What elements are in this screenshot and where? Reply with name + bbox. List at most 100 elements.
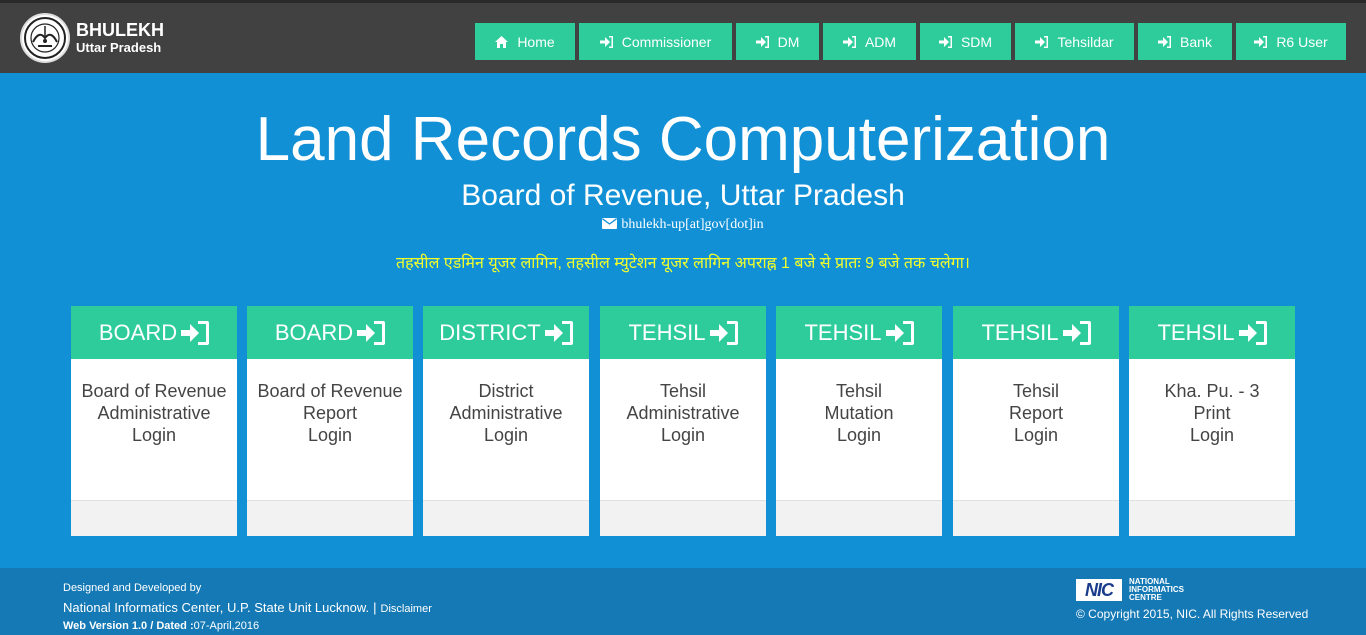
nav-sdm-label: SDM	[960, 33, 993, 50]
card-line-1: Board of Revenue	[257, 381, 403, 401]
brand-subtitle: Uttar Pradesh	[76, 40, 162, 55]
card-footer	[71, 500, 237, 536]
card-line-3: Login	[483, 425, 529, 445]
top-navbar: BHULEKH Uttar Pradesh Home Commissioner …	[0, 0, 1366, 73]
card-header: BOARD	[247, 306, 413, 359]
card-header: BOARD	[71, 306, 237, 359]
sign-in-icon	[755, 35, 769, 48]
organization-name: National Informatics Center, U.P. State …	[63, 600, 370, 615]
card-header: TEHSIL	[776, 306, 942, 359]
card-line-1: Tehsil	[835, 381, 883, 401]
nav-commissioner-label: Commissioner	[621, 33, 712, 50]
card-line-1: Kha. Pu. - 3	[1164, 381, 1260, 401]
brand-title: BHULEKH	[76, 20, 164, 40]
sign-in-icon	[938, 35, 952, 48]
timing-notice: तहसील एडमिन यूजर लागिन, तहसील म्युटेशन य…	[396, 255, 970, 272]
card-line-1: Board of Revenue	[81, 381, 227, 401]
card-line-2: Report	[302, 403, 358, 423]
version-info: Web Version 1.0 / Dated :07-April,2016	[63, 620, 259, 632]
nav-sdm-button[interactable]: SDM	[920, 23, 1011, 60]
card-line-3: Login	[131, 425, 177, 445]
login-card-district-administrative[interactable]: DISTRICT District Administrative Login	[423, 306, 589, 536]
login-card-kha-pu-3-print[interactable]: TEHSIL Kha. Pu. - 3 Print Login	[1129, 306, 1295, 536]
up-state-emblem-icon	[20, 13, 70, 63]
card-line-1: Tehsil	[1012, 381, 1060, 401]
card-line-2: Print	[1193, 403, 1231, 423]
card-header: TEHSIL	[1129, 306, 1295, 359]
card-heading: BOARD	[98, 319, 178, 345]
card-footer	[776, 500, 942, 536]
card-line-2: Mutation	[824, 403, 894, 423]
version-date: 07-April,2016	[193, 620, 260, 632]
card-footer	[247, 500, 413, 536]
copyright-text: © Copyright 2015, NIC. All Rights Reserv…	[1076, 607, 1309, 621]
sign-in-icon	[709, 320, 738, 345]
card-header: DISTRICT	[423, 306, 589, 359]
card-footer	[423, 500, 589, 536]
sign-in-icon	[544, 320, 573, 345]
sign-in-icon	[1158, 35, 1172, 48]
card-heading: TEHSIL	[804, 319, 882, 345]
nav-adm-button[interactable]: ADM	[823, 23, 916, 60]
card-line-3: Login	[1013, 425, 1059, 445]
card-body: Board of Revenue Report Login	[247, 359, 413, 500]
card-header: TEHSIL	[600, 306, 766, 359]
card-line-1: District	[478, 381, 534, 401]
card-footer	[600, 500, 766, 536]
sign-in-icon	[1238, 320, 1267, 345]
login-card-tehsil-mutation[interactable]: TEHSIL Tehsil Mutation Login	[776, 306, 942, 536]
nav-adm-label: ADM	[864, 33, 897, 50]
card-heading: TEHSIL	[628, 319, 706, 345]
card-line-2: Administrative	[449, 403, 563, 423]
home-icon	[495, 35, 509, 48]
sign-in-icon	[181, 320, 210, 345]
card-body: Tehsil Administrative Login	[600, 359, 766, 500]
footer-organization-line: National Informatics Center, U.P. State …	[63, 600, 432, 615]
login-card-tehsil-administrative[interactable]: TEHSIL Tehsil Administrative Login	[600, 306, 766, 536]
card-line-3: Login	[836, 425, 882, 445]
card-line-2: Administrative	[97, 403, 211, 423]
card-heading: TEHSIL	[981, 319, 1059, 345]
sign-in-icon	[885, 320, 914, 345]
version-label: Web Version 1.0 / Dated :	[63, 620, 194, 632]
main-nav: Home Commissioner DM ADM SDM Tehsildar B…	[475, 23, 1350, 60]
sign-in-icon	[357, 320, 386, 345]
card-line-3: Login	[307, 425, 353, 445]
sign-in-icon	[1035, 35, 1049, 48]
card-line-1: Tehsil	[659, 381, 707, 401]
nic-wordmark: NATIONAL INFORMATICS CENTRE	[1129, 578, 1184, 602]
login-card-board-administrative[interactable]: BOARD Board of Revenue Administrative Lo…	[71, 306, 237, 536]
nav-home-label: Home	[517, 33, 555, 50]
login-card-tehsil-report[interactable]: TEHSIL Tehsil Report Login	[953, 306, 1119, 536]
card-line-2: Report	[1008, 403, 1064, 423]
nav-dm-label: DM	[777, 33, 800, 50]
nav-r6-user-button[interactable]: R6 User	[1236, 23, 1346, 60]
page-footer: Designed and Developed by National Infor…	[0, 568, 1366, 635]
designed-by-text: Designed and Developed by	[63, 582, 202, 594]
footer-separator: |	[373, 600, 377, 615]
card-line-2: Administrative	[626, 403, 740, 423]
sign-in-icon	[1062, 320, 1091, 345]
card-header: TEHSIL	[953, 306, 1119, 359]
sign-in-icon	[1254, 35, 1268, 48]
page-title: Land Records Computerization	[255, 105, 1111, 174]
nav-tehsildar-button[interactable]: Tehsildar	[1015, 23, 1134, 60]
nic-line-3: CENTRE	[1129, 593, 1162, 602]
nav-r6-user-label: R6 User	[1276, 33, 1328, 50]
nav-bank-label: Bank	[1180, 33, 1212, 50]
card-footer	[1129, 500, 1295, 536]
nav-bank-button[interactable]: Bank	[1138, 23, 1232, 60]
nav-tehsildar-label: Tehsildar	[1057, 33, 1114, 50]
brand[interactable]: BHULEKH Uttar Pradesh	[20, 13, 164, 63]
sign-in-icon	[599, 35, 613, 48]
card-body: District Administrative Login	[423, 359, 589, 500]
nav-home-button[interactable]: Home	[475, 23, 575, 60]
card-line-3: Login	[1189, 425, 1235, 445]
disclaimer-link[interactable]: Disclaimer	[381, 603, 432, 615]
nav-dm-button[interactable]: DM	[736, 23, 819, 60]
nic-logo: NIC NATIONAL INFORMATICS CENTRE	[1076, 578, 1184, 602]
nav-commissioner-button[interactable]: Commissioner	[579, 23, 732, 60]
login-card-board-report[interactable]: BOARD Board of Revenue Report Login	[247, 306, 413, 536]
card-heading: TEHSIL	[1157, 319, 1235, 345]
card-line-3: Login	[660, 425, 706, 445]
